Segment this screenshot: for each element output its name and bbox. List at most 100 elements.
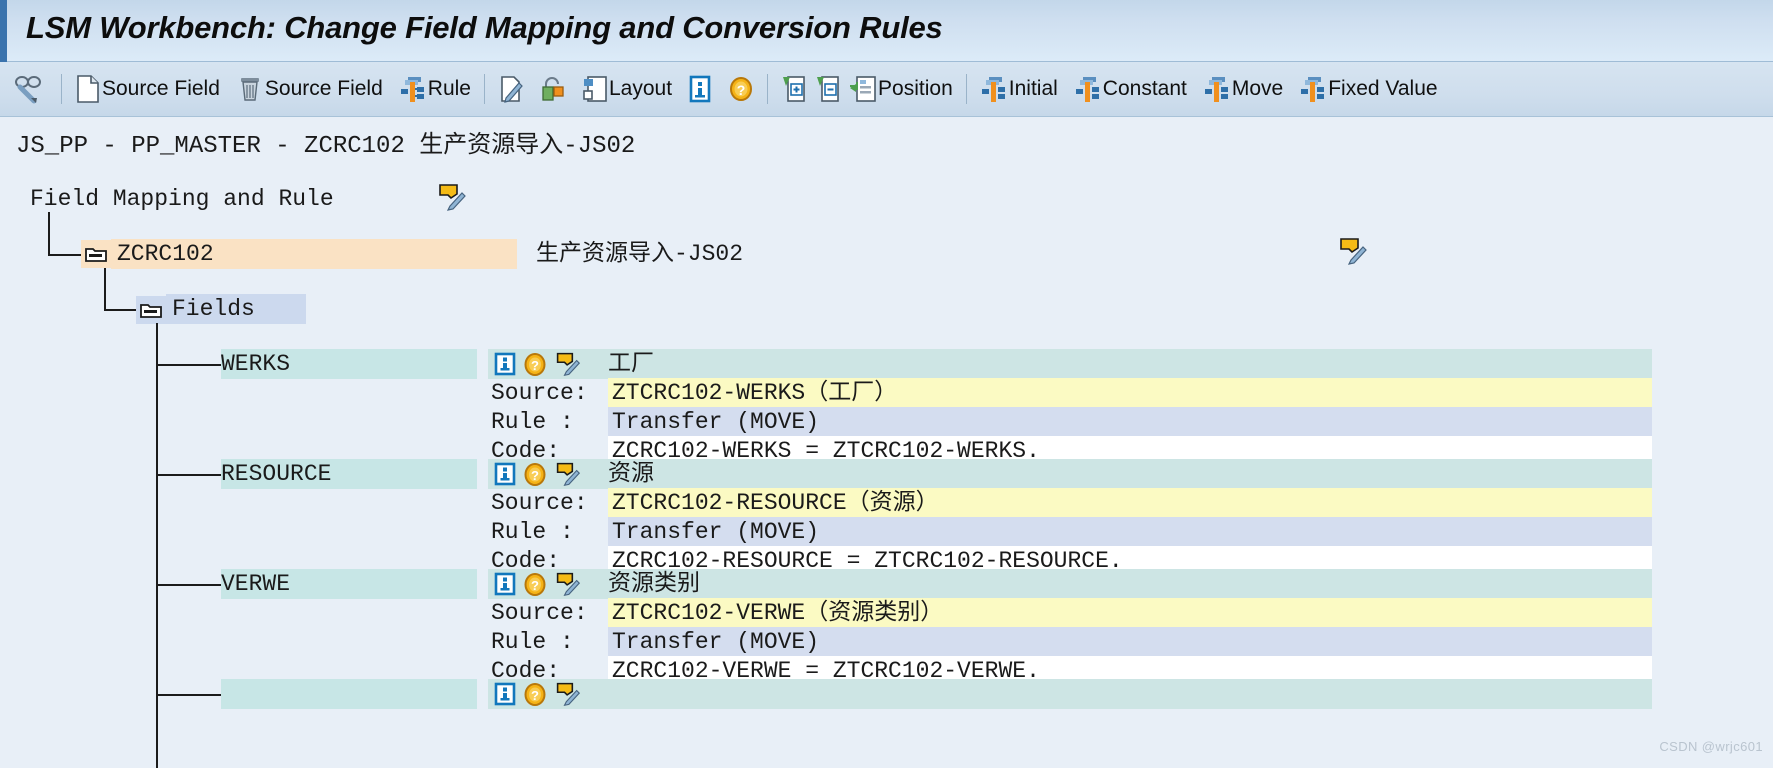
lsm-workbench-window: LSM Workbench: Change Field Mapping and … xyxy=(0,0,1773,768)
toolbar-label-layout: Layout xyxy=(608,77,673,100)
help-icon[interactable]: ? xyxy=(523,682,547,707)
field-rule-value-1[interactable]: Transfer (MOVE) xyxy=(612,517,819,547)
field-source-label-1: Source: xyxy=(491,490,588,516)
toolbar-button-collapse-node[interactable] xyxy=(811,67,845,111)
toolbar-button-move[interactable]: Move xyxy=(1199,67,1287,111)
tree-node-object-name[interactable]: ZCRC102 xyxy=(111,239,517,269)
toolbar-separator xyxy=(965,74,967,104)
tree-connector xyxy=(156,694,221,696)
toolbar-separator xyxy=(61,74,62,104)
tree-node-fields-label[interactable]: Fields xyxy=(166,294,306,324)
tree-connector xyxy=(156,364,221,366)
tree-root-label: Field Mapping and Rule xyxy=(30,186,334,212)
window-title: LSM Workbench: Change Field Mapping and … xyxy=(26,10,943,45)
field-description-band-1 xyxy=(488,459,1652,489)
toolbar-button-initial[interactable]: Initial xyxy=(976,67,1062,111)
toolbar-button-new-source-field[interactable]: Source Field xyxy=(71,67,224,111)
field-description-0: 工厂 xyxy=(608,351,654,377)
field-rule-label-0: Rule : xyxy=(491,409,574,435)
toolbar-separator xyxy=(767,74,769,104)
field-source-value-1[interactable]: ZTCRC102-RESOURCE（资源） xyxy=(612,488,939,518)
tree-folder-icon-fields[interactable] xyxy=(136,296,166,324)
toolbar-button-fixed-value[interactable]: Fixed Value xyxy=(1295,67,1441,111)
svg-text:?: ? xyxy=(531,358,539,373)
tree-connector-trunk xyxy=(156,323,158,768)
info-icon[interactable] xyxy=(494,462,516,486)
field-row-icons-2: ? xyxy=(494,569,582,599)
toolbar-separator xyxy=(483,74,485,104)
field-description-band-0 xyxy=(488,349,1652,379)
main-toolbar: Source Field Source Field Rule Layout ? … xyxy=(0,62,1773,117)
help-icon[interactable]: ? xyxy=(523,462,547,487)
rule-icon xyxy=(400,77,424,102)
field-rule-value-2[interactable]: Transfer (MOVE) xyxy=(612,627,819,657)
field-name-2[interactable]: VERWE xyxy=(221,569,477,599)
toolbar-button-expand-node[interactable] xyxy=(777,67,811,111)
field-source-value-0[interactable]: ZTCRC102-WERKS（工厂） xyxy=(612,378,897,408)
position-icon xyxy=(850,76,876,102)
toolbar-label-new-source-field: Source Field xyxy=(102,77,220,100)
svg-text:?: ? xyxy=(531,688,539,703)
help-icon[interactable]: ? xyxy=(523,572,547,597)
edit-pencil-icon[interactable] xyxy=(554,681,582,707)
field-source-label-0: Source: xyxy=(491,380,588,406)
breadcrumb: JS_PP - PP_MASTER - ZCRC102 生产资源导入-JS02 xyxy=(16,133,636,160)
svg-text:?: ? xyxy=(531,578,539,593)
edit-pencil-icon[interactable] xyxy=(554,351,582,377)
lock-toggle-icon xyxy=(542,77,564,101)
tree-node-object-description: 生产资源导入-JS02 xyxy=(536,241,744,267)
toolbar-button-edit[interactable] xyxy=(494,67,528,111)
root-edit-pencil-icon[interactable] xyxy=(437,182,467,217)
toolbar-button-rule[interactable]: Rule xyxy=(395,67,475,111)
field-name-3-partial[interactable] xyxy=(221,679,477,709)
field-source-label-2: Source: xyxy=(491,600,588,626)
field-description-2: 资源类别 xyxy=(608,571,700,597)
toolbar-button-position[interactable]: Position xyxy=(845,67,957,111)
move-rule-icon xyxy=(1204,77,1228,102)
info-icon[interactable] xyxy=(494,682,516,706)
constant-rule-icon xyxy=(1075,77,1099,102)
tree-connector xyxy=(48,254,81,256)
info-icon[interactable] xyxy=(494,572,516,596)
titlebar-accent-bar xyxy=(0,0,7,62)
toolbar-label-initial: Initial xyxy=(1008,77,1058,100)
toolbar-button-help[interactable]: ? xyxy=(724,67,758,111)
field-row-icons-1: ? xyxy=(494,459,582,489)
initial-rule-icon xyxy=(981,77,1005,102)
edit-pencil-icon[interactable] xyxy=(554,461,582,487)
info-icon xyxy=(689,75,711,103)
object-edit-pencil-icon[interactable] xyxy=(1338,236,1368,271)
toolbar-button-lock-toggle[interactable] xyxy=(536,67,570,111)
window-titlebar: LSM Workbench: Change Field Mapping and … xyxy=(0,0,1773,62)
toolbar-label-delete-source-field: Source Field xyxy=(264,77,383,100)
glasses-pencil-icon xyxy=(15,76,41,104)
toolbar-button-constant[interactable]: Constant xyxy=(1070,67,1191,111)
tree-connector xyxy=(156,584,221,586)
delete-source-field-icon xyxy=(240,78,259,101)
field-rule-label-1: Rule : xyxy=(491,519,574,545)
toolbar-button-layout[interactable]: Layout xyxy=(578,67,676,111)
svg-text:?: ? xyxy=(531,468,539,483)
field-rule-value-0[interactable]: Transfer (MOVE) xyxy=(612,407,819,437)
tree-folder-icon-object[interactable] xyxy=(81,240,111,268)
collapse-node-icon xyxy=(817,76,839,102)
help-icon[interactable]: ? xyxy=(523,352,547,377)
toolbar-label-constant: Constant xyxy=(1102,77,1187,100)
toolbar-button-info[interactable] xyxy=(684,67,716,111)
field-row-icons-3-partial: ? xyxy=(494,679,582,709)
field-name-0[interactable]: WERKS xyxy=(221,349,477,379)
field-rule-label-2: Rule : xyxy=(491,629,574,655)
tree-connector xyxy=(104,309,136,311)
edit-pencil-icon[interactable] xyxy=(554,571,582,597)
field-name-1[interactable]: RESOURCE xyxy=(221,459,477,489)
expand-node-icon xyxy=(783,76,805,102)
toolbar-label-move: Move xyxy=(1231,77,1284,100)
tree-connector xyxy=(48,212,50,256)
toolbar-button-display-change[interactable] xyxy=(10,67,52,111)
field-source-value-2[interactable]: ZTCRC102-VERWE（资源类别） xyxy=(612,598,943,628)
fixed-value-rule-icon xyxy=(1301,77,1325,102)
toolbar-label-position: Position xyxy=(878,77,953,100)
field-row-icons-0: ? xyxy=(494,349,582,379)
toolbar-button-delete-source-field[interactable]: Source Field xyxy=(232,67,387,111)
info-icon[interactable] xyxy=(494,352,516,376)
